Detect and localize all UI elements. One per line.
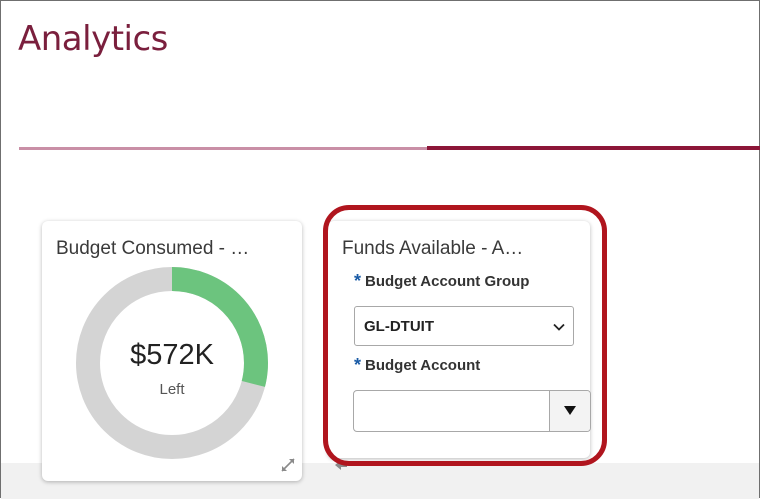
remaining-label: Left	[159, 381, 185, 398]
page-title: Analytics	[18, 19, 168, 59]
chevron-down-icon	[553, 323, 565, 331]
budget-account-dropdown-button[interactable]	[549, 391, 590, 431]
budget-account-group-label: * Budget Account Group	[354, 271, 529, 292]
budget-account-group-value: GL-DTUIT	[364, 318, 434, 335]
budget-account-label: * Budget Account	[354, 355, 480, 376]
budget-consumed-card[interactable]: Budget Consumed - … $572K Left	[42, 221, 302, 481]
budget-account-combobox[interactable]	[353, 390, 591, 432]
budget-account-group-label-text: Budget Account Group	[365, 273, 530, 290]
required-marker: *	[354, 355, 362, 375]
funds-available-card[interactable]: Funds Available - A… * Budget Account Gro…	[328, 221, 591, 470]
tab-indicator-inactive	[19, 147, 427, 150]
expand-icon[interactable]	[280, 457, 296, 473]
budget-account-label-text: Budget Account	[365, 357, 481, 374]
required-marker: *	[354, 271, 362, 291]
budget-account-group-select[interactable]: GL-DTUIT	[354, 306, 574, 346]
collapse-left-icon[interactable]	[334, 459, 348, 471]
caret-down-icon	[564, 406, 576, 415]
remaining-amount: $572K	[130, 339, 214, 371]
funds-available-title: Funds Available - A…	[342, 238, 524, 259]
tab-indicator-active	[427, 146, 760, 150]
budget-consumed-title: Budget Consumed - …	[56, 238, 250, 259]
